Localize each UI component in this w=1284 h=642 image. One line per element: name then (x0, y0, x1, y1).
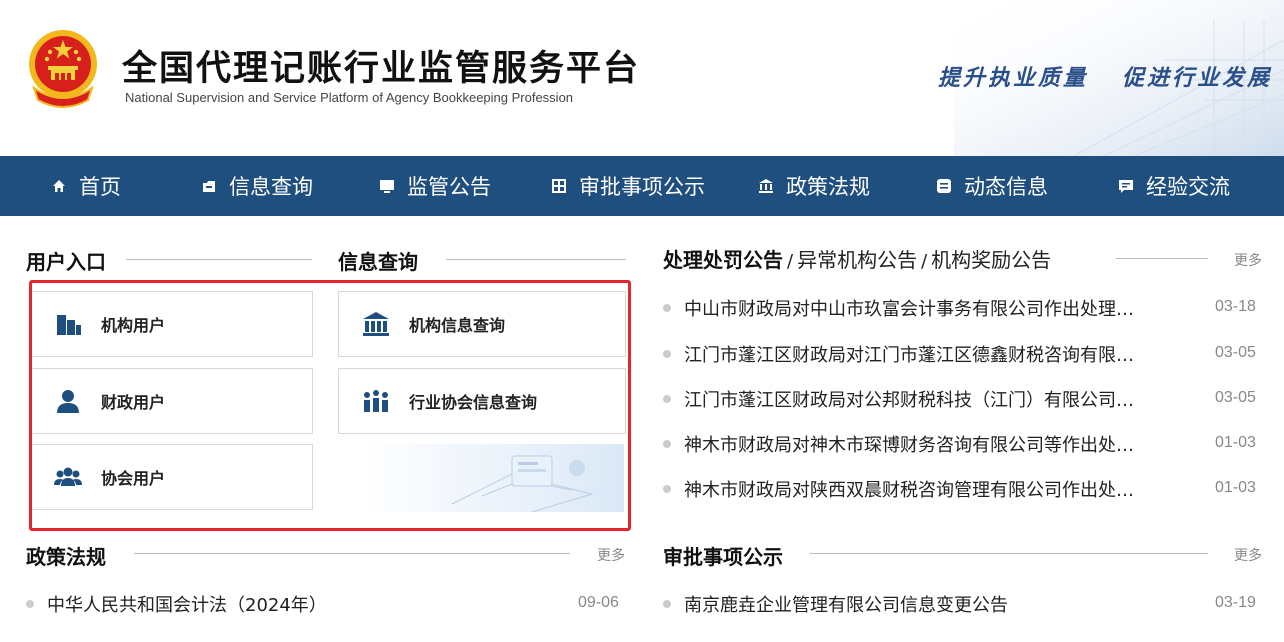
association-info-query-button[interactable]: 行业协会信息查询 (338, 368, 626, 434)
tab-abnormal-institution[interactable]: 异常机构公告 (797, 248, 917, 272)
card-label: 财政用户 (101, 393, 166, 412)
bullet (663, 304, 671, 312)
list-item[interactable]: 南京鹿垚企业管理有限公司信息变更公告 (663, 591, 1183, 617)
chat-icon (1119, 180, 1133, 193)
list-item-date: 03-18 (1215, 298, 1256, 315)
tab-penalty-notice[interactable]: 处理处罚公告 (663, 248, 783, 272)
list-item[interactable]: 江门市蓬江区财政局对江门市蓬江区德鑫财税咨询有限… (663, 341, 1183, 367)
bullet (26, 600, 34, 608)
list-item-text: 南京鹿垚企业管理有限公司信息变更公告 (684, 595, 1008, 616)
slogan-text: 促进行业发展 (1122, 65, 1273, 91)
nav-label: 政策法规 (786, 175, 870, 199)
list-item-date: 03-19 (1215, 594, 1256, 611)
nav-label: 首页 (79, 175, 121, 199)
card-label: 协会用户 (101, 469, 166, 488)
nav-label: 信息查询 (229, 175, 313, 199)
nav-item-supervision-notice[interactable]: 监管公告 (342, 156, 528, 216)
list-item[interactable]: 神木市财政局对陕西双晨财税咨询管理有限公司作出处… (663, 476, 1183, 502)
info-query-title: 信息查询 (338, 250, 418, 274)
building-icon (57, 315, 81, 335)
tab-separator: / (921, 251, 928, 272)
institution-info-query-button[interactable]: 机构信息查询 (338, 291, 626, 357)
bullet (663, 440, 671, 448)
tab-institution-reward[interactable]: 机构奖励公告 (931, 248, 1051, 272)
list-item-text: 神木市财政局对陕西双晨财税咨询管理有限公司作出处… (684, 480, 1134, 501)
nav-item-policy[interactable]: 政策法规 (728, 156, 900, 216)
tab-separator: / (787, 251, 794, 272)
nav-item-dynamic-info[interactable]: 动态信息 (900, 156, 1084, 216)
divider (446, 259, 626, 260)
list-item-text: 中华人民共和国会计法（2024年） (47, 595, 327, 616)
folder-icon (203, 181, 215, 192)
user-entry-title: 用户入口 (26, 250, 106, 274)
grid-doc-icon (552, 179, 566, 193)
divider (1116, 258, 1208, 259)
list-item[interactable]: 中山市财政局对中山市玖富会计事务有限公司作出处理… (663, 295, 1183, 321)
nav-item-approval-public[interactable]: 审批事项公示 (528, 156, 728, 216)
bullet (663, 600, 671, 608)
bank-icon (759, 179, 773, 193)
nav-item-home[interactable]: 首页 (0, 156, 172, 216)
bullet (663, 485, 671, 493)
list-item[interactable]: 神木市财政局对神木市琛博财务咨询有限公司等作出处… (663, 431, 1183, 457)
main-nav: 首页 信息查询 监管公告 审批事项公示 政策法规 动态信息 经验交流 (0, 156, 1284, 216)
divider (134, 553, 570, 554)
nav-label: 监管公告 (407, 175, 491, 199)
nav-label: 经验交流 (1146, 175, 1230, 199)
more-link[interactable]: 更多 (1234, 545, 1262, 565)
nav-label: 动态信息 (964, 175, 1048, 199)
people-chart-icon (364, 390, 388, 412)
list-item[interactable]: 中华人民共和国会计法（2024年） (26, 591, 556, 617)
site-header: 全国代理记账行业监管服务平台 National Supervision and … (0, 0, 1284, 156)
institution-user-button[interactable]: 机构用户 (30, 291, 313, 357)
decorative-illustration (362, 444, 624, 512)
list-item-date: 01-03 (1215, 434, 1256, 451)
card-label: 机构用户 (101, 316, 166, 335)
card-label: 行业协会信息查询 (409, 393, 538, 412)
national-emblem-icon (29, 30, 97, 108)
monitor-icon (380, 180, 394, 193)
person-icon (57, 390, 79, 413)
list-item-date: 01-03 (1215, 479, 1256, 496)
group-icon (54, 467, 82, 486)
slogan-text: 提升执业质量 (938, 65, 1089, 91)
list-item-date: 09-06 (578, 594, 619, 611)
nav-item-experience[interactable]: 经验交流 (1084, 156, 1264, 216)
more-link[interactable]: 更多 (597, 545, 625, 565)
nav-label: 审批事项公示 (579, 175, 705, 199)
announcement-tabs: 处理处罚公告 / 异常机构公告 / 机构奖励公告 (663, 244, 1051, 273)
list-item-date: 03-05 (1215, 344, 1256, 361)
site-title: 全国代理记账行业监管服务平台 (122, 49, 641, 89)
list-item-text: 江门市蓬江区财政局对公邦财税科技（江门）有限公司… (684, 390, 1134, 411)
list-item-date: 03-05 (1215, 389, 1256, 406)
bank-icon (363, 312, 389, 336)
approval-title: 审批事项公示 (663, 545, 783, 569)
policy-title: 政策法规 (26, 545, 106, 569)
home-icon (53, 180, 65, 192)
list-item-text: 中山市财政局对中山市玖富会计事务有限公司作出处理… (684, 299, 1134, 320)
bullet (663, 350, 671, 358)
list-item-text: 神木市财政局对神木市琛博财务咨询有限公司等作出处… (684, 435, 1134, 456)
more-link[interactable]: 更多 (1234, 250, 1262, 270)
doc-icon (937, 179, 951, 193)
nav-item-info-query[interactable]: 信息查询 (172, 156, 342, 216)
bullet (663, 395, 671, 403)
site-subtitle: National Supervision and Service Platfor… (125, 90, 574, 105)
association-user-button[interactable]: 协会用户 (30, 444, 313, 510)
divider (810, 553, 1208, 554)
card-label: 机构信息查询 (409, 316, 506, 335)
finance-user-button[interactable]: 财政用户 (30, 368, 313, 434)
list-item-text: 江门市蓬江区财政局对江门市蓬江区德鑫财税咨询有限… (684, 345, 1134, 366)
divider (126, 259, 312, 260)
list-item[interactable]: 江门市蓬江区财政局对公邦财税科技（江门）有限公司… (663, 386, 1183, 412)
